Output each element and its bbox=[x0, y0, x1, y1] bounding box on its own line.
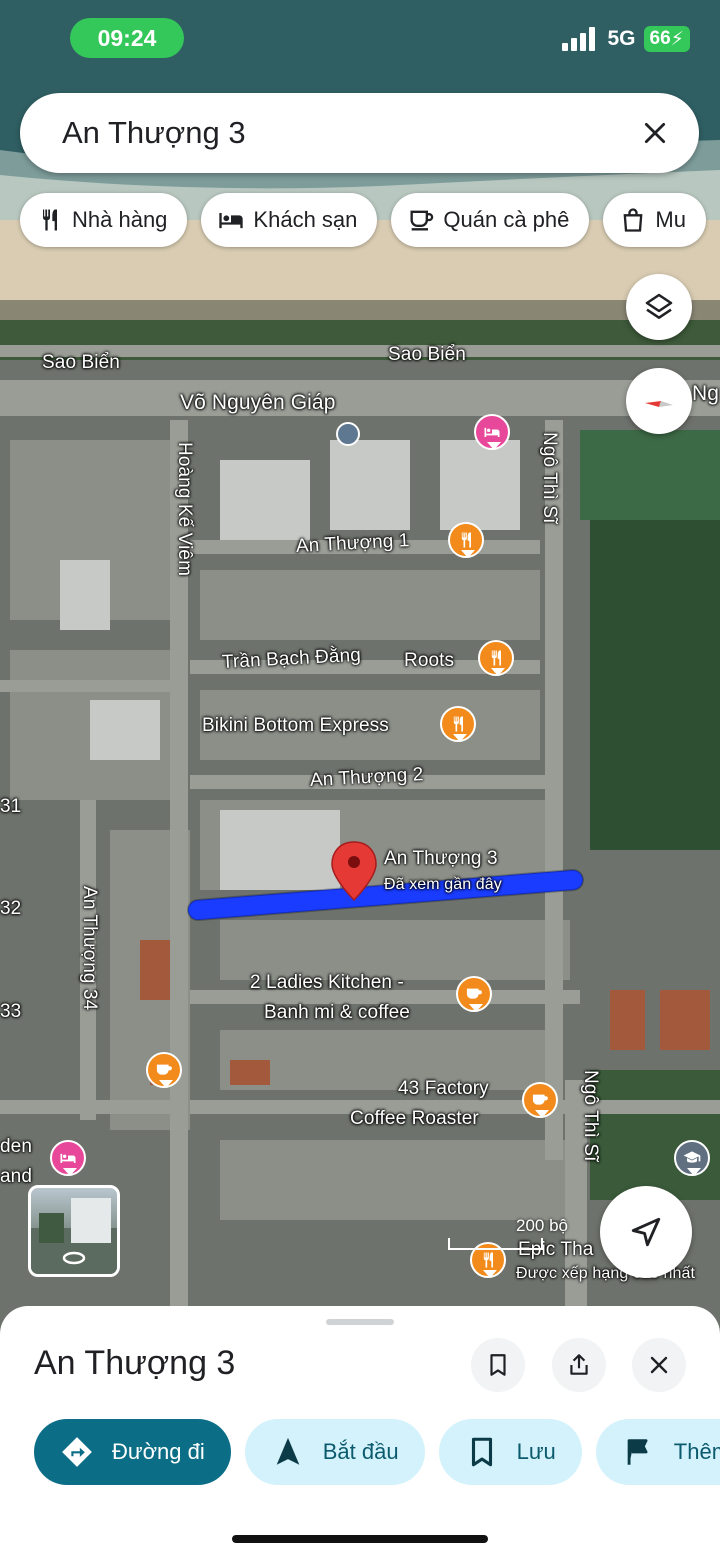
restaurant-icon bbox=[43, 209, 57, 231]
scale-label: 200 bộ bbox=[516, 1216, 568, 1235]
poi-label[interactable]: 2 Ladies Kitchen - bbox=[250, 972, 404, 994]
action-buttons: Đường đi Bắt đầu Lưu Thêm bbox=[34, 1419, 720, 1485]
poi-label[interactable]: and bbox=[0, 1166, 32, 1188]
home-indicator bbox=[232, 1535, 488, 1543]
street-label: Ngô Thì Sĩ bbox=[580, 1070, 601, 1162]
chip-label: Mu bbox=[655, 207, 686, 232]
save-button[interactable]: Lưu bbox=[438, 1419, 582, 1485]
chip-coffee[interactable]: Quán cà phê bbox=[391, 193, 590, 247]
bookmark-icon bbox=[471, 1437, 492, 1467]
layers-icon bbox=[645, 293, 673, 319]
navigation-arrow-icon bbox=[276, 1437, 300, 1465]
restaurant-pin-icon[interactable] bbox=[448, 522, 484, 558]
battery-level: 66 bbox=[649, 28, 671, 49]
selected-place-label[interactable]: An Thượng 3 bbox=[384, 848, 498, 870]
network-type: 5G bbox=[607, 27, 636, 50]
navigation-arrow-icon bbox=[631, 1217, 661, 1247]
school-pin-icon[interactable] bbox=[674, 1140, 710, 1176]
place-bottom-sheet[interactable]: An Thượng 3 Đường đi Bắt đầu Lưu Thêm bbox=[0, 1306, 720, 1557]
poi-label[interactable]: den bbox=[0, 1136, 32, 1158]
chip-label: Quán cà phê bbox=[443, 207, 570, 232]
street-label: 33 bbox=[0, 1001, 22, 1022]
coffee-pin-icon[interactable] bbox=[146, 1052, 182, 1088]
start-button[interactable]: Bắt đầu bbox=[244, 1419, 425, 1485]
battery-indicator: 66 ⚡ bbox=[643, 26, 690, 52]
search-input[interactable]: An Thượng 3 bbox=[62, 115, 635, 151]
charging-icon: ⚡ bbox=[670, 28, 684, 50]
selected-place-sublabel: Đã xem gần đây bbox=[384, 876, 502, 893]
coffee-icon bbox=[410, 210, 434, 231]
place-title: An Thượng 3 bbox=[34, 1344, 236, 1382]
status-indicators: 5G 66 ⚡ bbox=[561, 26, 690, 52]
street-label: Võ Nguyên Giáp bbox=[180, 391, 336, 414]
restaurant-pin-icon[interactable] bbox=[440, 706, 476, 742]
bus-stop-icon[interactable] bbox=[336, 422, 360, 446]
street-label: 31 bbox=[0, 796, 22, 817]
share-icon bbox=[570, 1354, 588, 1375]
my-location-button[interactable] bbox=[600, 1186, 692, 1278]
status-time: 09:24 bbox=[70, 18, 184, 58]
action-label: Đường đi bbox=[112, 1439, 205, 1464]
poi-label[interactable]: Bikini Bottom Express bbox=[202, 715, 389, 737]
scale-bar bbox=[448, 1238, 543, 1250]
share-button[interactable] bbox=[552, 1338, 606, 1392]
shopping-bag-icon bbox=[623, 208, 643, 232]
chip-label: Nhà hàng bbox=[72, 207, 168, 232]
save-icon-button[interactable] bbox=[471, 1338, 525, 1392]
chip-restaurants[interactable]: Nhà hàng bbox=[20, 193, 188, 247]
restaurant-pin-icon[interactable] bbox=[478, 640, 514, 676]
hotel-icon bbox=[219, 213, 244, 229]
coffee-pin-icon[interactable] bbox=[522, 1082, 558, 1118]
close-icon[interactable] bbox=[635, 113, 675, 153]
action-label: Thêm bbox=[673, 1439, 720, 1464]
poi-label[interactable]: Coffee Roaster bbox=[350, 1108, 479, 1130]
poi-label[interactable]: 43 Factory bbox=[398, 1078, 489, 1100]
drag-handle[interactable] bbox=[326, 1319, 394, 1325]
chip-shopping[interactable]: Mu bbox=[603, 193, 706, 247]
street-label: 32 bbox=[0, 898, 22, 919]
chip-hotels[interactable]: Khách sạn bbox=[201, 193, 378, 247]
street-label: Sao Biển bbox=[388, 344, 466, 365]
coffee-pin-icon[interactable] bbox=[456, 976, 492, 1012]
street-label: Sao Biển bbox=[42, 352, 120, 373]
action-label: Bắt đầu bbox=[322, 1439, 399, 1464]
layers-button[interactable] bbox=[626, 274, 692, 340]
poi-label[interactable]: Roots bbox=[404, 650, 454, 672]
directions-button[interactable]: Đường đi bbox=[34, 1419, 231, 1485]
rotate-360-icon bbox=[31, 1198, 117, 1274]
compass-icon bbox=[645, 401, 673, 407]
street-view-thumbnail[interactable] bbox=[28, 1185, 120, 1277]
chip-label: Khách sạn bbox=[253, 207, 358, 232]
hotel-pin-icon[interactable] bbox=[50, 1140, 86, 1176]
street-label: Ng bbox=[692, 382, 720, 405]
search-bar[interactable]: An Thượng 3 bbox=[20, 93, 699, 173]
street-label: Hoàng Kế Viêm bbox=[174, 442, 195, 577]
close-sheet-button[interactable] bbox=[632, 1338, 686, 1392]
hotel-pin-icon[interactable] bbox=[474, 414, 510, 450]
flag-icon bbox=[627, 1439, 648, 1465]
map-scale: 200 bộ bbox=[448, 1216, 568, 1250]
poi-label[interactable]: Banh mi & coffee bbox=[264, 1002, 410, 1024]
category-chips: Nhà hàng Khách sạn Quán cà phê Mu bbox=[20, 193, 706, 247]
compass-button[interactable] bbox=[626, 368, 692, 434]
street-label: Ngô Thì Sĩ bbox=[539, 432, 560, 524]
action-label: Lưu bbox=[516, 1439, 556, 1464]
street-label: An Thượng 34 bbox=[79, 886, 100, 1011]
signal-strength-icon bbox=[561, 27, 595, 51]
close-icon bbox=[650, 1356, 668, 1374]
directions-icon bbox=[62, 1437, 92, 1467]
add-label-button[interactable]: Thêm bbox=[595, 1419, 720, 1485]
bookmark-icon bbox=[490, 1354, 506, 1376]
